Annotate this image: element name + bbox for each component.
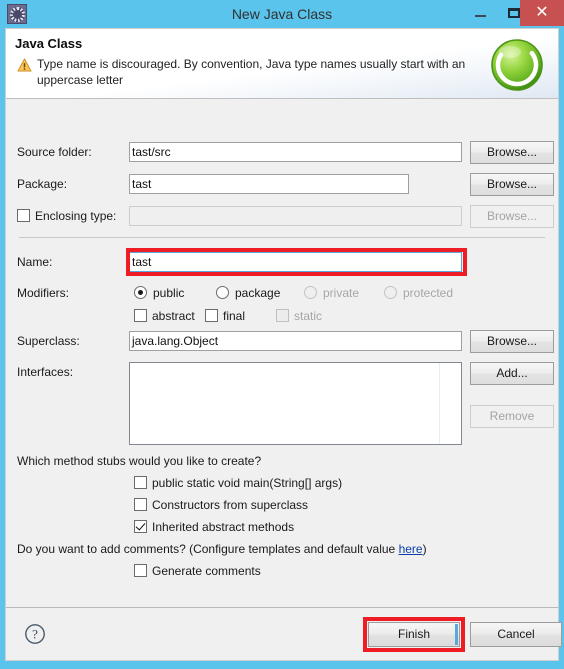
comments-question-prefix: Do you want to add comments? (Configure … (17, 542, 399, 556)
enclosing-type-label: Enclosing type: (35, 209, 117, 223)
minimize-icon (474, 15, 486, 17)
superclass-input[interactable]: java.lang.Object (129, 331, 462, 351)
package-input[interactable]: tast (129, 174, 409, 194)
name-input[interactable]: tast (129, 252, 462, 272)
finish-button-label: Finish (397, 627, 430, 641)
source-folder-browse-button[interactable]: Browse... (470, 141, 554, 164)
modifier-checkbox-final[interactable] (205, 309, 218, 322)
package-label: Package: (17, 177, 68, 191)
name-label: Name: (17, 255, 53, 269)
generate-comments-checkbox[interactable] (134, 564, 147, 577)
method-stubs-question: Which method stubs would you like to cre… (17, 454, 262, 468)
dialog-button-bar: ? Finish Cancel (6, 607, 562, 660)
close-icon: ✕ (535, 4, 549, 21)
minimize-button[interactable] (466, 0, 494, 26)
finish-focus-indicator (455, 624, 458, 645)
generate-comments-label: Generate comments (152, 564, 261, 578)
interfaces-list[interactable] (129, 362, 462, 445)
close-button[interactable]: ✕ (520, 0, 564, 26)
superclass-browse-button[interactable]: Browse... (470, 330, 554, 353)
interfaces-add-button[interactable]: Add... (470, 362, 554, 385)
package-browse-button[interactable]: Browse... (470, 173, 554, 196)
interfaces-remove-button: Remove (470, 405, 554, 428)
header-message: Type name is discouraged. By convention,… (37, 57, 466, 87)
source-folder-label: Source folder: (17, 145, 92, 159)
comments-question: Do you want to add comments? (Configure … (17, 542, 427, 556)
modifier-radio-package[interactable] (216, 286, 229, 299)
finish-button[interactable]: Finish (368, 622, 460, 647)
eclipse-c-logo-icon (491, 39, 543, 91)
modifier-label-public: public (153, 286, 185, 300)
enclosing-type-input (129, 206, 462, 226)
stub-label-inherited: Inherited abstract methods (152, 520, 295, 534)
enclosing-type-checkbox[interactable] (17, 209, 30, 222)
modifier-label-private: private (323, 286, 360, 300)
page-title: Java Class (15, 36, 83, 51)
new-java-class-window: New Java Class ✕ Java Class Type name is… (0, 0, 564, 669)
help-question-icon[interactable]: ? (24, 623, 46, 645)
cancel-button[interactable]: Cancel (470, 622, 562, 647)
modifier-radio-private (304, 286, 317, 299)
modifier-checkbox-abstract[interactable] (134, 309, 147, 322)
stub-label-constructors: Constructors from superclass (152, 498, 309, 512)
modifier-label-protected: protected (403, 286, 454, 300)
configure-templates-link[interactable]: here (399, 542, 423, 556)
interfaces-label: Interfaces: (17, 365, 74, 379)
stub-checkbox-inherited[interactable] (134, 520, 147, 533)
modifier-label-static: static (294, 309, 323, 323)
modifier-radio-protected (384, 286, 397, 299)
superclass-label: Superclass: (17, 334, 80, 348)
interfaces-list-divider (439, 363, 440, 444)
dialog-body: Java Class Type name is discouraged. By … (5, 28, 562, 661)
modifier-label-package: package (235, 286, 281, 300)
modifier-radio-public[interactable] (134, 286, 147, 299)
modifiers-label: Modifiers: (17, 286, 70, 300)
modifier-label-abstract: abstract (152, 309, 195, 323)
enclosing-type-browse-button: Browse... (470, 205, 554, 228)
warning-icon (17, 58, 32, 72)
stub-checkbox-main[interactable] (134, 476, 147, 489)
svg-text:?: ? (32, 627, 38, 642)
dialog-content: Source folder: tast/src Browse... Packag… (6, 99, 558, 609)
modifier-label-final: final (223, 309, 246, 323)
maximize-icon (508, 8, 520, 18)
stub-label-main: public static void main(String[] args) (152, 476, 343, 490)
modifier-checkbox-static (276, 309, 289, 322)
divider-1 (19, 237, 545, 238)
stub-checkbox-constructors[interactable] (134, 498, 147, 511)
dialog-header: Java Class Type name is discouraged. By … (6, 29, 558, 99)
title-bar: New Java Class ✕ (0, 0, 564, 28)
source-folder-input[interactable]: tast/src (129, 142, 462, 162)
comments-question-suffix: ) (422, 542, 427, 556)
